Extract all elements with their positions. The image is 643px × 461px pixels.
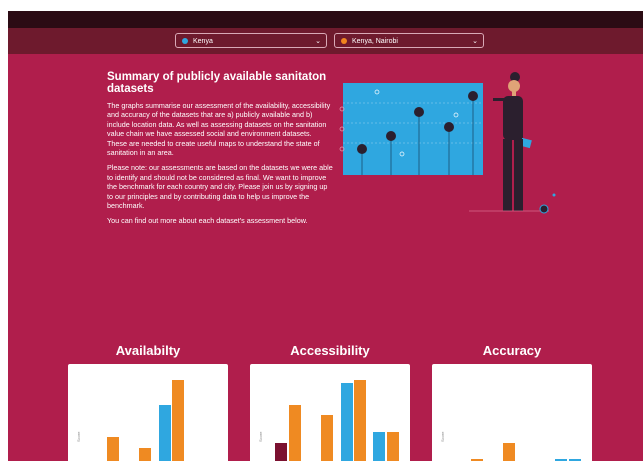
intro-paragraph: The graphs summarise our assessment of t…	[107, 101, 331, 158]
city-color-dot	[341, 38, 347, 44]
chart-bar[interactable]	[159, 405, 171, 461]
chart-bar[interactable]	[172, 380, 184, 461]
chart-bar[interactable]	[289, 405, 301, 461]
country-color-dot	[182, 38, 188, 44]
chart-bar[interactable]	[503, 443, 515, 461]
city-select-label: Kenya, Nairobi	[352, 38, 398, 45]
availability-title: Availabilty	[115, 343, 181, 358]
country-select[interactable]: Kenya ⌄	[175, 33, 327, 48]
chart-bar[interactable]	[341, 383, 353, 461]
page-frame: Kenya ⌄ Kenya, Nairobi ⌄ Summary of publ…	[8, 11, 643, 461]
chart-bar[interactable]	[275, 443, 287, 461]
chart-bar[interactable]	[139, 448, 151, 461]
intro-heading: Summary of publicly available sanitaton …	[107, 71, 327, 95]
chart-bar[interactable]	[354, 380, 366, 461]
accessibility-chart-card: Score	[250, 364, 410, 461]
availability-chart-card: Score	[68, 364, 228, 461]
accessibility-title: Accessibility	[290, 343, 370, 358]
city-select[interactable]: Kenya, Nairobi ⌄	[334, 33, 484, 48]
accuracy-chart-card: Score	[432, 364, 592, 461]
chart-board	[343, 83, 483, 175]
chart-bar[interactable]	[373, 432, 385, 461]
chart-bar[interactable]	[321, 415, 333, 461]
chevron-down-icon: ⌄	[315, 38, 321, 45]
accuracy-title: Accuracy	[482, 343, 542, 358]
top-bar	[8, 11, 643, 28]
intro-paragraph: You can find out more about each dataset…	[107, 216, 308, 226]
presenter-illustration	[339, 72, 556, 214]
chevron-down-icon: ⌄	[472, 38, 478, 45]
intro-paragraph: Please note: our assessments are based o…	[107, 163, 333, 211]
chart-bar[interactable]	[107, 437, 119, 461]
country-select-label: Kenya	[193, 38, 213, 45]
y-axis-label: Score	[258, 431, 263, 442]
chart-bar[interactable]	[387, 432, 399, 461]
y-axis-label: Score	[76, 431, 81, 442]
filter-bar: Kenya ⌄ Kenya, Nairobi ⌄	[8, 28, 643, 54]
y-axis-label: Score	[440, 431, 445, 442]
intro-section: Summary of publicly available sanitaton …	[107, 71, 333, 232]
